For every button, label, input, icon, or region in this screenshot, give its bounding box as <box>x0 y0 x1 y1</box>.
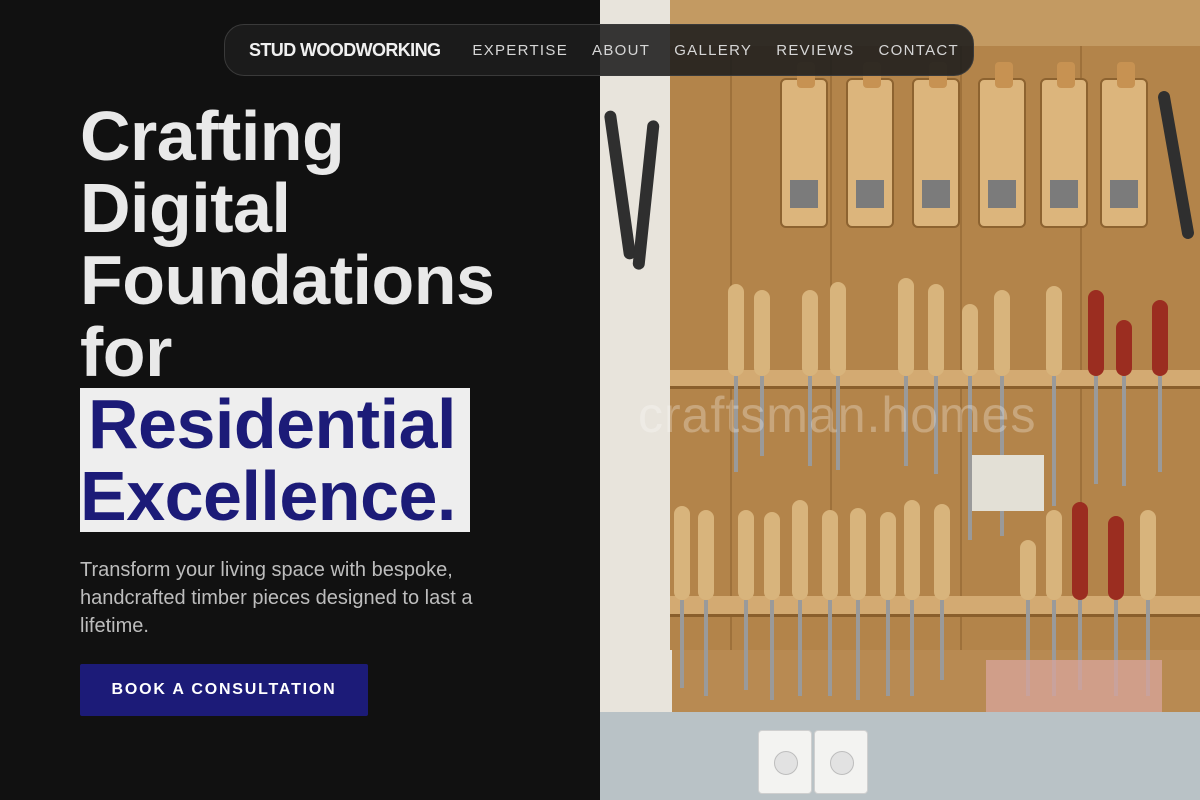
book-consultation-button[interactable]: BOOK A CONSULTATION <box>80 664 368 716</box>
chisel-handle <box>1116 320 1132 376</box>
chisel-blade <box>940 600 944 680</box>
chisel-handle <box>738 510 754 600</box>
chisel-handle <box>962 304 978 376</box>
chisel-blade <box>1122 376 1126 486</box>
chisel-handle <box>822 510 838 600</box>
power-socket <box>814 730 868 794</box>
chisel-blade <box>704 600 708 696</box>
headline-line: Foundations <box>80 241 495 319</box>
chisel-blade <box>680 600 684 688</box>
nav-link-gallery[interactable]: GALLERY <box>674 42 752 59</box>
chisel-blade <box>744 600 748 690</box>
headline-line: Digital <box>80 169 291 247</box>
chisel-handle <box>1046 286 1062 376</box>
hand-plane <box>978 62 1026 228</box>
chisel-handle <box>830 282 846 376</box>
chisel-handle <box>1140 510 1156 600</box>
headline-highlight: Residential <box>80 388 470 460</box>
chisel-blade <box>1158 376 1162 472</box>
chisel-handle <box>880 512 896 600</box>
chisel-handle <box>764 512 780 600</box>
hand-plane <box>1040 62 1088 228</box>
chisel-handle <box>898 278 914 376</box>
chisel-blade <box>828 600 832 696</box>
chisel-handle <box>728 284 744 376</box>
hand-plane <box>1100 62 1148 228</box>
headline-line: Crafting <box>80 97 345 175</box>
hero-image: craftsman.homes <box>600 0 1200 800</box>
hero-subtitle: Transform your living space with bespoke… <box>80 559 473 637</box>
chisel-blade <box>770 600 774 700</box>
lower-wall <box>600 712 1200 800</box>
hand-plane <box>912 62 960 228</box>
top-navbar: STUD WOODWORKING EXPERTISE ABOUT GALLERY… <box>224 24 974 76</box>
chisel-handle <box>792 500 808 600</box>
chisel-handle <box>1088 290 1104 376</box>
hand-plane <box>780 62 828 228</box>
chisel-handle <box>674 506 690 600</box>
chisel-blade <box>1094 376 1098 484</box>
chisel-blade <box>1052 376 1056 506</box>
chisel-blade <box>886 600 890 696</box>
chisel-handle <box>928 284 944 376</box>
headline-line: for <box>80 313 172 391</box>
chisel-handle <box>1020 540 1036 600</box>
chisel-blade <box>910 600 914 696</box>
hand-plane <box>846 62 894 228</box>
chisel-handle <box>698 510 714 600</box>
chisel-handle <box>802 290 818 376</box>
chisel-blade <box>856 600 860 700</box>
chisel-handle <box>1072 502 1088 600</box>
brand-logo[interactable]: STUD WOODWORKING <box>249 40 441 61</box>
paper-note <box>972 455 1044 511</box>
chisel-handle <box>1108 516 1124 600</box>
chisel-handle <box>1046 510 1062 600</box>
chisel-handle <box>850 508 866 600</box>
hero-headline: Crafting Digital Foundations for Residen… <box>80 97 495 532</box>
power-socket <box>758 730 812 794</box>
chisel-handle <box>754 290 770 376</box>
chisel-handle <box>904 500 920 600</box>
chisel-handle <box>934 504 950 600</box>
nav-link-expertise[interactable]: EXPERTISE <box>472 42 568 59</box>
nav-link-reviews[interactable]: REVIEWS <box>776 42 854 59</box>
tape-label <box>986 660 1162 712</box>
nav-link-about[interactable]: ABOUT <box>592 42 650 59</box>
image-watermark: craftsman.homes <box>638 387 1037 443</box>
chisel-handle <box>994 290 1010 376</box>
chisel-blade <box>798 600 802 696</box>
chisel-handle <box>1152 300 1168 376</box>
headline-highlight: Excellence. <box>80 460 470 532</box>
nav-link-contact[interactable]: CONTACT <box>879 42 959 59</box>
